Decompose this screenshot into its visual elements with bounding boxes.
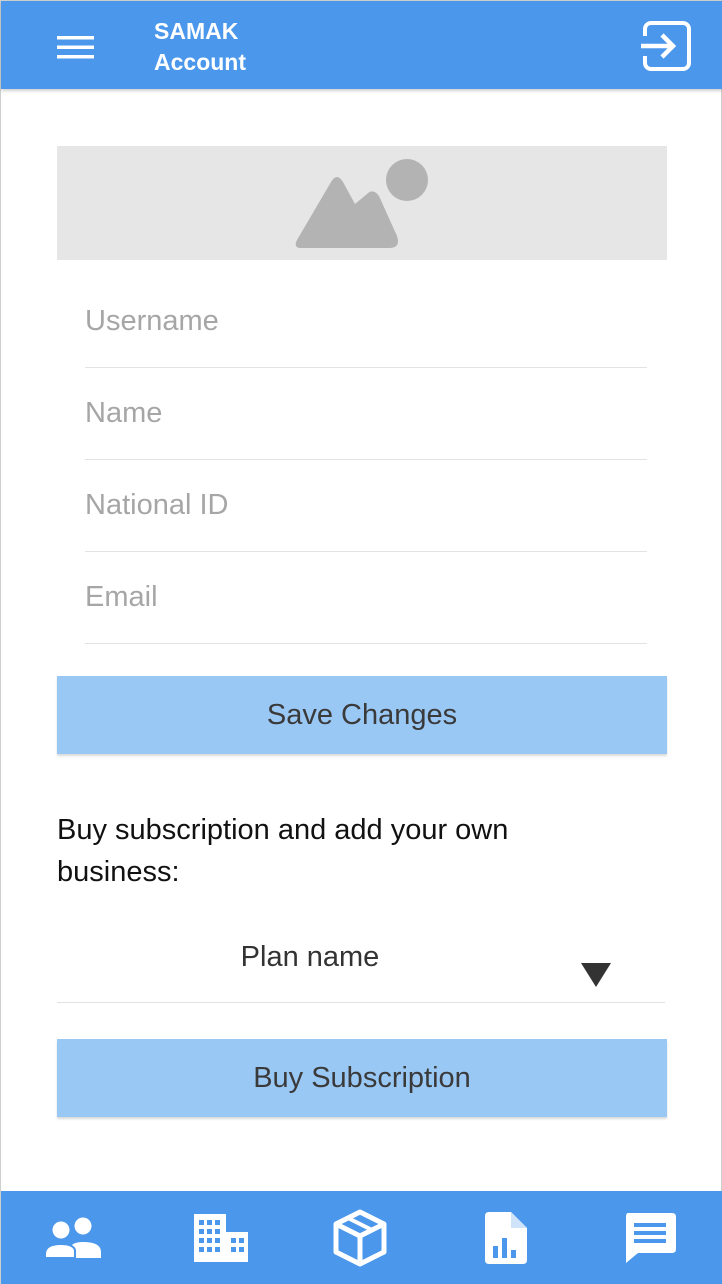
national-id-field[interactable] — [85, 460, 647, 552]
hamburger-menu-icon — [57, 36, 94, 59]
chat-icon — [626, 1213, 676, 1263]
report-icon — [485, 1212, 527, 1264]
page-name: Account — [154, 49, 246, 75]
username-field[interactable] — [85, 276, 647, 368]
nav-item-buildings[interactable] — [176, 1191, 266, 1284]
bottom-navigation — [1, 1191, 722, 1284]
app-name: SAMAK — [154, 18, 239, 44]
logout-icon — [641, 21, 691, 71]
dropdown-arrow-icon — [581, 963, 611, 987]
nav-item-messages[interactable] — [605, 1191, 695, 1284]
buy-subscription-button[interactable]: Buy Subscription — [57, 1039, 667, 1117]
app-header: SAMAK Account — [1, 1, 722, 89]
people-icon — [44, 1217, 101, 1259]
image-placeholder-icon — [295, 159, 428, 248]
username-input[interactable] — [85, 276, 647, 367]
name-input[interactable] — [85, 368, 647, 459]
nav-item-people[interactable] — [28, 1191, 118, 1284]
menu-button[interactable] — [53, 27, 99, 67]
subscription-prompt: Buy subscription and add your own busine… — [57, 814, 509, 888]
email-input[interactable] — [85, 552, 647, 643]
nav-item-products[interactable] — [315, 1191, 405, 1284]
app-frame: SAMAK Account Save Changes Buy subscript… — [0, 0, 722, 1284]
plan-dropdown[interactable]: Plan name — [57, 921, 665, 1003]
national-id-input[interactable] — [85, 460, 647, 551]
nav-item-reports[interactable] — [461, 1191, 551, 1284]
profile-image-placeholder[interactable] — [57, 146, 667, 260]
plan-selected-value: Plan name — [240, 941, 380, 973]
save-changes-button[interactable]: Save Changes — [57, 676, 667, 754]
building-icon — [194, 1214, 248, 1262]
name-field[interactable] — [85, 368, 647, 460]
email-field[interactable] — [85, 552, 647, 644]
page-title: SAMAK Account — [154, 16, 246, 78]
package-icon — [333, 1209, 387, 1267]
logout-button[interactable] — [637, 19, 693, 73]
